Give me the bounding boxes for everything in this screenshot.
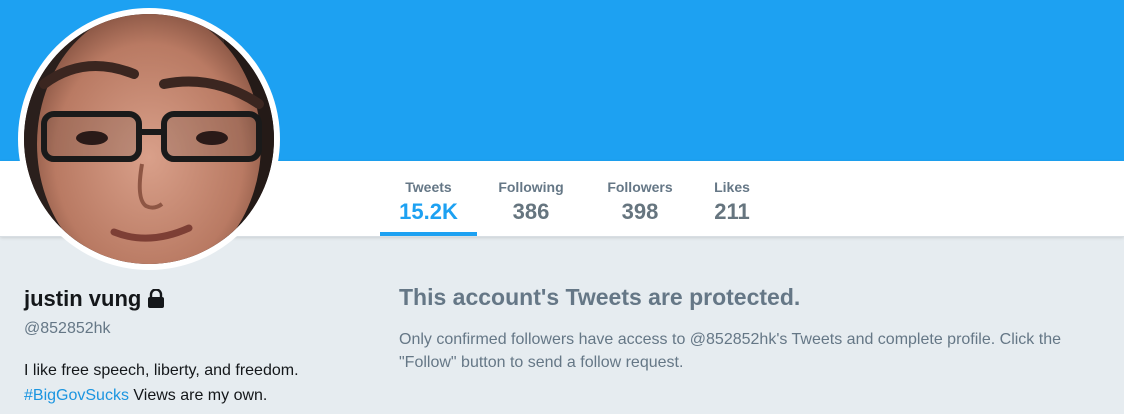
avatar-photo [24, 14, 274, 264]
profile-name[interactable]: justin vung [24, 286, 165, 312]
bio-hashtag-link[interactable]: #BigGovSucks [24, 387, 129, 404]
avatar[interactable] [18, 8, 280, 270]
protected-message: Only confirmed followers have access to … [399, 331, 1061, 371]
profile-handle[interactable]: @852852hk [24, 320, 111, 338]
lock-icon [148, 289, 165, 308]
profile-name-text: justin vung [24, 286, 142, 311]
nav-following-count: 386 [512, 199, 550, 224]
nav-tweets-label: Tweets [405, 179, 452, 195]
protected-title: This account's Tweets are protected. [399, 284, 801, 310]
nav-tweets[interactable]: Tweets 15.2K [380, 161, 477, 236]
nav-likes[interactable]: Likes 211 [702, 161, 762, 236]
nav-followers-count: 398 [621, 199, 659, 224]
nav-tweets-count: 15.2K [399, 199, 458, 224]
nav-following-label: Following [498, 179, 564, 195]
nav-likes-count: 211 [714, 199, 750, 224]
nav-followers[interactable]: Followers 398 [598, 161, 682, 236]
nav-following[interactable]: Following 386 [486, 161, 576, 236]
active-tab-indicator [380, 232, 477, 236]
bio-text: I like free speech, liberty, and freedom… [24, 362, 299, 379]
profile-bio: I like free speech, liberty, and freedom… [24, 358, 354, 408]
nav-followers-label: Followers [607, 179, 673, 195]
nav-likes-label: Likes [714, 179, 750, 195]
bio-suffix: Views are my own. [128, 387, 268, 404]
